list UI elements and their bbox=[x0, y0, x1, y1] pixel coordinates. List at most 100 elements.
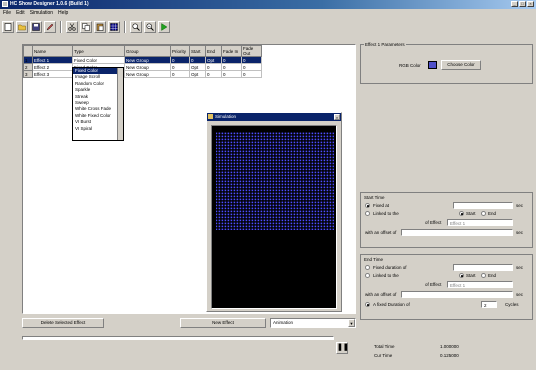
rgb-color-swatch[interactable] bbox=[428, 61, 437, 69]
table-cell[interactable]: 0 bbox=[221, 56, 242, 64]
unit-label: sec bbox=[516, 265, 524, 270]
params-title: Effect 1 Parameters bbox=[364, 42, 406, 47]
copy-icon[interactable] bbox=[80, 21, 92, 33]
end-duration-input[interactable] bbox=[453, 264, 513, 271]
close-button[interactable]: × bbox=[527, 1, 534, 7]
start-effect-select[interactable]: Effect 1 bbox=[447, 219, 513, 226]
chevron-down-icon[interactable]: ▼ bbox=[348, 319, 355, 327]
close-icon[interactable]: × bbox=[334, 114, 340, 120]
end-start-opt-radio[interactable] bbox=[459, 273, 464, 278]
col-header[interactable]: Fade Out bbox=[241, 45, 262, 57]
dropdown-option[interactable]: VI Spiral bbox=[73, 126, 123, 132]
table-cell[interactable]: Effect 2 bbox=[32, 63, 73, 71]
save-icon[interactable] bbox=[30, 21, 42, 33]
total-time-label: Total Time bbox=[374, 344, 395, 349]
open-icon[interactable] bbox=[16, 21, 28, 33]
table-cell[interactable]: 0 bbox=[221, 70, 242, 78]
start-opt-label: Start bbox=[466, 211, 476, 216]
cycles-input[interactable]: 2 bbox=[481, 301, 497, 308]
end-time-title: End Time bbox=[364, 257, 384, 262]
start-linked-radio[interactable] bbox=[365, 211, 370, 216]
parameters-panel: Effect 1 Parameters RGB Color Choose Col… bbox=[360, 42, 533, 366]
grid-icon[interactable] bbox=[108, 21, 120, 33]
table-cell[interactable]: Opt bbox=[189, 63, 206, 71]
col-header[interactable]: End bbox=[205, 45, 222, 57]
menu-file[interactable]: File bbox=[3, 10, 11, 16]
end-opt-radio[interactable] bbox=[481, 211, 486, 216]
pause-button[interactable]: ❚❚ bbox=[336, 342, 349, 354]
start-fixed-input[interactable] bbox=[453, 202, 513, 209]
paste-icon[interactable] bbox=[94, 21, 106, 33]
cycles-label: Cycles bbox=[505, 302, 519, 307]
table-cell[interactable]: 0 bbox=[205, 70, 222, 78]
toolbar bbox=[2, 19, 170, 35]
dropdown-scrollbar[interactable] bbox=[117, 68, 123, 140]
end-effect-value: Effect 1 bbox=[450, 283, 466, 288]
start-opt-radio[interactable] bbox=[459, 211, 464, 216]
menu-edit[interactable]: Edit bbox=[16, 10, 25, 16]
rgb-color-label: RGB Color bbox=[399, 63, 421, 68]
play-icon[interactable] bbox=[158, 21, 170, 33]
end-fixed-duration2-label: A fixed Duration of bbox=[373, 302, 410, 307]
table-cell[interactable]: 0 bbox=[205, 63, 222, 71]
table-row[interactable]: 2 Effect 2 Fixed Color New Group 0 Opt 0… bbox=[23, 63, 262, 71]
zoom-in-icon[interactable] bbox=[130, 21, 142, 33]
table-cell[interactable]: 0 bbox=[170, 56, 190, 64]
edit-icon[interactable] bbox=[44, 21, 56, 33]
maximize-button[interactable]: □ bbox=[519, 1, 526, 7]
col-header[interactable]: Name bbox=[32, 45, 73, 57]
row-header[interactable]: 2 bbox=[23, 63, 33, 71]
table-cell[interactable]: 0 bbox=[189, 56, 206, 64]
cut-icon[interactable] bbox=[66, 21, 78, 33]
table-row[interactable]: 1 Effect 1 Fixed Color New Group 0 0 Opt… bbox=[23, 56, 262, 64]
table-row[interactable]: 3 Effect 3 Fixed Color New Group 0 Opt 0… bbox=[23, 70, 262, 78]
end-fixed-duration-radio[interactable] bbox=[365, 265, 370, 270]
table-cell[interactable]: 0 bbox=[221, 63, 242, 71]
end-effect-select[interactable]: Effect 1 bbox=[447, 281, 513, 288]
table-cell[interactable]: 0 bbox=[170, 70, 190, 78]
menu-bar: File Edit Simulation Help bbox=[0, 9, 536, 17]
end-offset-input[interactable] bbox=[401, 291, 513, 298]
simulation-title-bar[interactable]: Simulation × bbox=[207, 113, 341, 121]
type-dropdown-list[interactable]: Fixed Color Image Scroll Random Color Sp… bbox=[72, 67, 124, 141]
col-header[interactable]: Type bbox=[72, 45, 125, 57]
end-linked-radio[interactable] bbox=[365, 273, 370, 278]
start-fixed-radio[interactable] bbox=[365, 203, 370, 208]
col-header[interactable]: Start bbox=[189, 45, 206, 57]
table-cell[interactable]: New Group bbox=[124, 70, 171, 78]
zoom-out-icon[interactable] bbox=[144, 21, 156, 33]
table-cell[interactable]: New Group bbox=[124, 63, 171, 71]
simulation-window[interactable]: Simulation × bbox=[206, 112, 342, 312]
table-cell[interactable]: 0 bbox=[241, 70, 262, 78]
delete-effect-button[interactable]: Delete Selected Effect bbox=[22, 318, 104, 328]
timeline-track[interactable] bbox=[22, 336, 334, 340]
table-cell[interactable]: Effect 1 bbox=[32, 56, 73, 64]
start-offset-input[interactable] bbox=[401, 229, 513, 236]
group-select[interactable]: Animation ▼ bbox=[270, 318, 356, 328]
table-cell[interactable]: Fixed Color bbox=[72, 56, 125, 64]
simulation-icon bbox=[208, 114, 213, 119]
col-header[interactable]: Group bbox=[124, 45, 171, 57]
row-header[interactable]: 1 bbox=[23, 56, 33, 64]
end-fixed-duration2-radio[interactable] bbox=[365, 302, 370, 307]
end-end-opt-radio[interactable] bbox=[481, 273, 486, 278]
row-header[interactable]: 3 bbox=[23, 70, 33, 78]
table-cell[interactable]: 0 bbox=[241, 56, 262, 64]
start-linked-label: Linked to the bbox=[373, 211, 399, 216]
table-cell[interactable]: 0 bbox=[170, 63, 190, 71]
of-effect-label: of Effect bbox=[425, 282, 442, 287]
cycles-value: 2 bbox=[484, 303, 487, 308]
new-effect-button[interactable]: New Effect bbox=[180, 318, 266, 328]
menu-help[interactable]: Help bbox=[58, 10, 68, 16]
table-cell[interactable]: Opt bbox=[189, 70, 206, 78]
col-header[interactable]: Fade In bbox=[221, 45, 242, 57]
menu-simulation[interactable]: Simulation bbox=[30, 10, 53, 16]
table-cell[interactable]: Opt bbox=[205, 56, 222, 64]
minimize-button[interactable]: _ bbox=[511, 1, 518, 7]
new-icon[interactable] bbox=[2, 21, 14, 33]
table-cell[interactable]: 0 bbox=[241, 63, 262, 71]
table-cell[interactable]: New Group bbox=[124, 56, 171, 64]
table-cell[interactable]: Effect 3 bbox=[32, 70, 73, 78]
choose-color-button[interactable]: Choose Color bbox=[441, 60, 481, 70]
col-header[interactable]: Priority bbox=[170, 45, 190, 57]
